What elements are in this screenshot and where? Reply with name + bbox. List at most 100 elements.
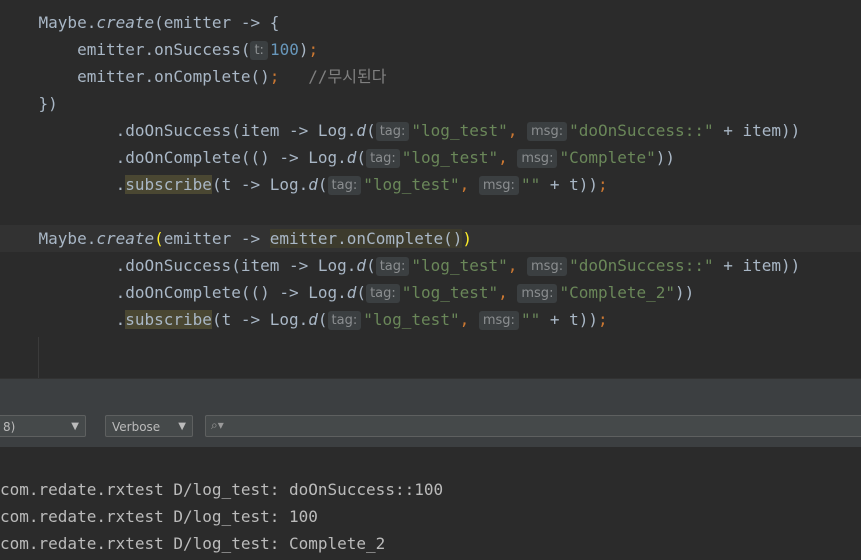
code-token: )) [675,283,695,302]
code-token: + t)) [540,310,598,329]
code-token: ; [269,67,280,86]
logcat-toolbar: 8) ▼ Verbose ▼ ⌕▾ [0,405,861,448]
code-token: "log_test" [363,175,460,194]
code-line[interactable]: .doOnComplete(() -> Log.d(tag: "log_test"… [0,279,861,306]
code-token: emitter.onComplete() [0,67,270,86]
code-token: , [507,121,518,140]
parameter-hint: tag: [327,176,362,195]
code-token: ( [154,229,164,248]
process-select[interactable]: 8) ▼ [0,415,86,437]
code-token: "" [520,175,541,194]
search-input[interactable] [230,417,850,435]
code-line[interactable]: .doOnSuccess(item -> Log.d(tag: "log_test… [0,117,861,144]
parameter-hint: tag: [375,122,410,141]
code-token: "log_test" [411,121,508,140]
parameter-hint: tag: [375,257,410,276]
code-token: + item)) [713,256,801,275]
code-token: "log_test" [401,148,499,167]
code-token: "doOnSuccess::" [569,256,714,275]
code-token: )) [655,148,676,167]
code-token: ( [366,256,376,275]
code-token: "log_test" [411,256,508,275]
code-token: , [507,256,518,275]
parameter-hint: t: [250,41,268,60]
indent-guide [38,337,39,378]
code-token: ; [308,40,319,59]
code-line[interactable]: emitter.onSuccess(t: 100); [0,36,861,63]
code-token: ( [356,148,367,167]
code-token: . [0,310,126,329]
code-token: ( [317,310,328,329]
code-token: .doOnComplete(() -> Log. [0,148,347,167]
code-line[interactable]: .doOnSuccess(item -> Log.d(tag: "log_test… [0,252,861,279]
chevron-down-icon: ▼ [178,421,186,432]
code-token: ) [462,229,473,248]
code-token: + t)) [540,175,598,194]
code-token: subscribe [125,175,212,194]
code-token: //무시된다 [308,67,387,86]
code-token: create [96,13,155,32]
code-editor[interactable]: Maybe.create(emitter -> { emitter.onSucc… [0,0,861,378]
parameter-hint: msg: [527,122,568,141]
code-token: "" [520,310,541,329]
code-token: d [308,310,318,329]
panel-divider[interactable] [0,378,861,406]
code-token: "log_test" [401,283,499,302]
code-line[interactable]: .subscribe(t -> Log.d(tag: "log_test", ms… [0,306,861,333]
log-line: com.redate.rxtest D/log_test: Complete_2 [0,534,386,553]
code-token: emitter.onSuccess( [0,40,251,59]
code-line[interactable]: Maybe.create(emitter -> { [0,9,861,36]
parameter-hint: msg: [517,149,558,168]
code-token: .doOnSuccess(item -> Log. [0,256,357,275]
parameter-hint: msg: [517,284,558,303]
code-token: }) [0,94,58,113]
code-token: , [498,148,508,167]
code-token: subscribe [125,310,212,329]
code-token: d [308,175,318,194]
parameter-hint: msg: [478,311,519,330]
code-token: Maybe. [0,229,97,248]
code-token: d [356,256,367,275]
code-line[interactable]: }) [0,90,861,117]
code-line[interactable]: .subscribe(t -> Log.d(tag: "log_test", ms… [0,171,861,198]
parameter-hint: tag: [327,311,362,330]
parameter-hint: msg: [478,176,519,195]
log-line: com.redate.rxtest D/log_test: 100 [0,507,318,526]
code-line[interactable] [0,198,861,225]
code-line[interactable]: .doOnComplete(() -> Log.d(tag: "log_test"… [0,144,861,171]
code-token: . [0,175,126,194]
code-token: ( [356,283,367,302]
code-token: d [356,121,367,140]
code-token: Maybe. [0,13,97,32]
code-token: (t -> Log. [211,310,309,329]
log-level-value: Verbose [112,420,161,434]
code-token: emitter.onComplete() [269,229,463,248]
code-line[interactable]: emitter.onComplete(); //무시된다 [0,63,861,90]
code-token: create [96,229,155,248]
code-token: d [346,283,357,302]
logcat-output[interactable]: com.redate.rxtest D/log_test: doOnSucces… [0,448,861,560]
code-token: ; [598,310,608,329]
code-token: emitter -> [163,229,270,248]
search-icon[interactable]: ⌕▾ [211,418,224,433]
code-token: ( [366,121,376,140]
code-token: (emitter -> { [154,13,280,32]
code-token: , [498,283,508,302]
code-line[interactable]: Maybe.create(emitter -> emitter.onComple… [0,225,861,252]
chevron-down-icon: ▼ [71,421,79,432]
code-token: "doOnSuccess::" [569,121,714,140]
log-line: com.redate.rxtest D/log_test: doOnSucces… [0,480,444,499]
parameter-hint: msg: [527,257,568,276]
code-token: .doOnSuccess(item -> Log. [0,121,357,140]
parameter-hint: tag: [366,284,400,303]
code-token: .doOnComplete(() -> Log. [0,283,347,302]
code-token: ; [598,175,608,194]
logcat-search[interactable]: ⌕▾ [205,415,861,437]
log-level-select[interactable]: Verbose ▼ [105,415,193,437]
code-token: ( [317,175,328,194]
